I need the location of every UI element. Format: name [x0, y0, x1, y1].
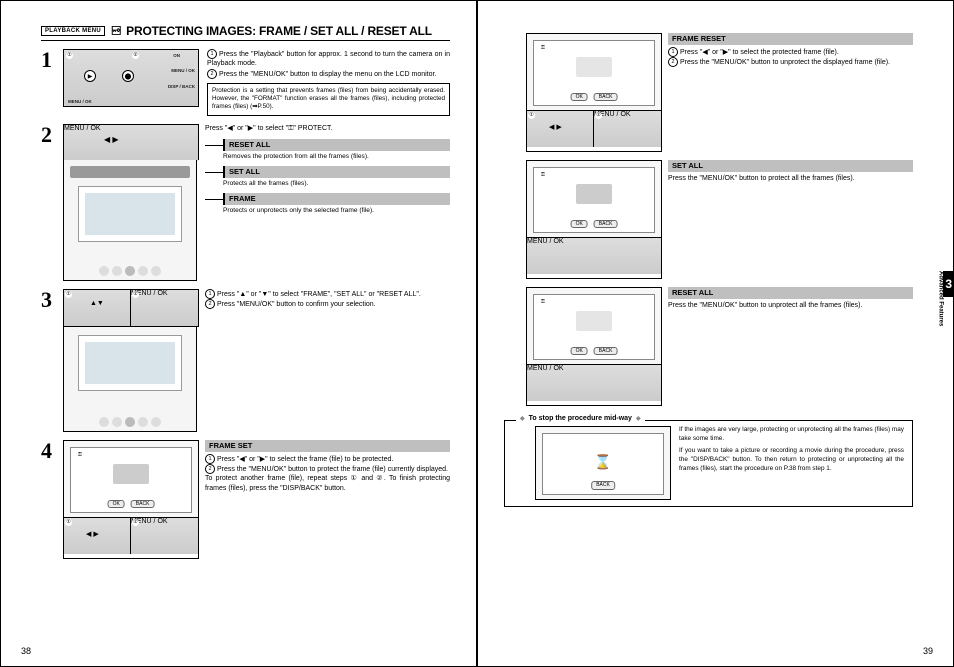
page-header: PLAYBACK MENU ⚿ PROTECTING IMAGES: FRAME… — [41, 23, 450, 41]
step-number-3: 3 — [41, 289, 55, 432]
chapter-tab: 3 Advanced Features — [937, 271, 954, 326]
figure-step2-camera: ◀ ▶ MENU / OK — [63, 124, 199, 160]
frame-reset-heading: FRAME RESET — [668, 33, 913, 45]
figure-frame-reset-camera: ①◀ ▶ ②MENU / OK — [526, 111, 662, 152]
step1-text: 1Press the "Playback" button for approx.… — [207, 49, 450, 116]
press-arrow-icon: ⬤ — [122, 70, 134, 82]
page-39: ⚿ OKBACK ①◀ ▶ ②MENU / OK FRAME RESET 1Pr… — [477, 0, 954, 667]
frame-set-heading: FRAME SET — [205, 440, 450, 452]
reset-all-text: RESET ALL Press the "MENU/OK" button to … — [668, 287, 913, 406]
protect-icon: ⚿ — [540, 172, 546, 178]
page-number-left: 38 — [21, 646, 31, 656]
step1-note: Protection is a setting that prevents fr… — [207, 83, 450, 116]
protect-icon: ⚿ — [540, 45, 546, 51]
figure-step1-camera: ① ② ON ▶ ⬤ MENU / OK DISP / BACK MENU / … — [63, 49, 199, 107]
page-38: PLAYBACK MENU ⚿ PROTECTING IMAGES: FRAME… — [0, 0, 477, 667]
figure-reset-all-camera: MENU / OK — [526, 365, 662, 406]
set-all-text: SET ALL Press the "MENU/OK" button to pr… — [668, 160, 913, 279]
tip-content: ⌛ BACK If the images are very large, pro… — [504, 420, 913, 507]
figure-step4-lcd: ⚿ OKBACK — [63, 440, 199, 518]
figure-step3-camera: ①▲▼ ②MENU / OK — [63, 289, 199, 327]
step-number-4: 4 — [41, 440, 55, 559]
key-icon: ⚿ — [108, 26, 123, 35]
figure-step2-lcd — [63, 160, 197, 281]
frame-heading: FRAME — [223, 193, 450, 205]
step-number-1: 1 — [41, 49, 55, 116]
protect-icon: ⚿ — [77, 452, 83, 458]
protect-icon: ⚿ — [540, 299, 546, 305]
step2-text: Press "◀" or "▶" to select "⚿" PROTECT. … — [205, 124, 450, 281]
step-number-2: 2 — [41, 124, 55, 281]
set-all-heading: SET ALL — [223, 166, 450, 178]
reset-all-heading-right: RESET ALL — [668, 287, 913, 299]
figure-step3-lcd — [63, 327, 197, 432]
figure-step4-camera: ①◀ ▶ ②MENU / OK — [63, 518, 199, 559]
playback-arrow-icon: ▶ — [84, 70, 96, 82]
page-number-right: 39 — [923, 646, 933, 656]
step3-text: 1Press "▲" or "▼" to select "FRAME", "SE… — [205, 289, 450, 432]
hourglass-icon: ⌛ — [594, 453, 611, 472]
frame-reset-text: FRAME RESET 1Press "◀" or "▶" to select … — [668, 33, 913, 152]
figure-tip-lcd: ⌛ BACK — [535, 426, 671, 500]
set-all-heading-right: SET ALL — [668, 160, 913, 172]
menu-ok-label: MENU / OK — [171, 68, 195, 73]
figure-frame-reset-lcd: ⚿ OKBACK — [526, 33, 662, 111]
page-title: PROTECTING IMAGES: FRAME / SET ALL / RES… — [126, 24, 432, 38]
playback-menu-tag: PLAYBACK MENU — [41, 26, 105, 36]
figure-reset-all-lcd: ⚿ OKBACK — [526, 287, 662, 365]
step4-text: FRAME SET 1Press "◀" or "▶" to select th… — [205, 440, 450, 559]
disp-back-label: DISP / BACK — [168, 84, 195, 89]
figure-set-all-camera: MENU / OK — [526, 238, 662, 279]
figure-set-all-lcd: ⚿ OKBACK — [526, 160, 662, 238]
reset-all-heading: RESET ALL — [223, 139, 450, 151]
